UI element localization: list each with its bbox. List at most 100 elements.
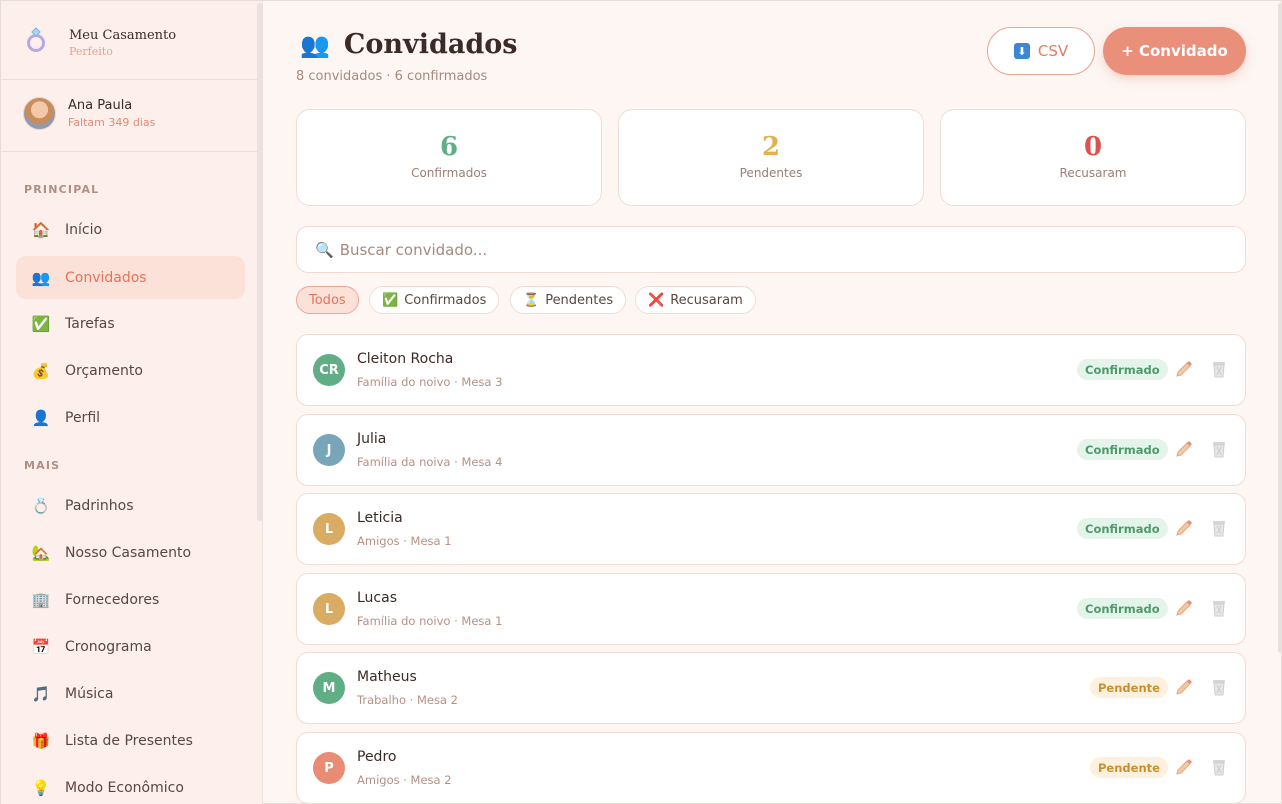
checkbox-icon: ✅ [31,314,51,333]
section-label-mais: MAIS [24,459,61,472]
sidebar-item-orcamento[interactable]: 💰 Orçamento [16,349,245,392]
ring-icon: 💍 [31,496,51,515]
trash-icon[interactable] [1209,757,1229,777]
guest-row[interactable]: M Matheus Trabalho · Mesa 2 Pendente [296,652,1246,724]
stat-label: Recusaram [1059,166,1127,180]
main-scrollbar[interactable] [1278,3,1282,653]
stat-card-confirmados: 6 Confirmados [296,109,602,206]
filter-confirmados[interactable]: ✅ Confirmados [369,286,500,314]
sidebar: Meu Casamento Perfeito Ana Paula Faltam … [1,1,263,804]
guest-meta: Família do noivo · Mesa 3 [357,375,503,389]
guest-avatar: L [313,513,345,545]
user-name: Ana Paula [68,98,133,113]
sidebar-item-label: Início [65,221,103,238]
guest-avatar: P [313,752,345,784]
sidebar-item-fornecedores[interactable]: 🏢 Fornecedores [16,578,245,621]
brand[interactable]: Meu Casamento Perfeito [25,23,176,63]
sidebar-item-label: Convidados [65,269,147,286]
trash-icon[interactable] [1209,518,1229,538]
countdown: Faltam 349 dias [68,116,156,129]
sidebar-item-modo-economico[interactable]: 💡 Modo Econômico [16,766,245,804]
light-bulb-icon: 💡 [31,778,51,797]
guest-name: Pedro [357,749,397,765]
cross-icon: ❌ [648,292,665,308]
filter-label: Recusaram [670,292,743,308]
pencil-icon[interactable] [1174,677,1194,697]
download-icon: ⬇ [1013,43,1030,59]
guest-row[interactable]: P Pedro Amigos · Mesa 2 Pendente [296,732,1246,804]
add-guest-button[interactable]: + Convidado [1103,27,1246,75]
trash-icon[interactable] [1209,598,1229,618]
music-note-icon: 🎵 [31,684,51,703]
pencil-icon[interactable] [1174,757,1194,777]
guest-name: Cleiton Rocha [357,351,454,367]
money-bag-icon: 💰 [31,361,51,380]
guest-row[interactable]: J Julia Família da noiva · Mesa 4 Confir… [296,414,1246,486]
filter-label: Todos [309,292,346,308]
person-icon: 👤 [31,408,51,427]
export-csv-button[interactable]: ⬇ CSV [987,27,1095,75]
search-input[interactable] [339,240,1190,259]
filter-label: Confirmados [404,292,487,308]
sidebar-item-label: Perfil [65,409,101,426]
guest-meta: Trabalho · Mesa 2 [357,693,458,707]
stat-value: 2 [761,132,781,162]
home-garden-icon: 🏡 [31,543,51,562]
sidebar-item-convidados[interactable]: 👥 Convidados [16,256,245,299]
filter-pendentes[interactable]: ⏳ Pendentes [510,286,627,314]
sidebar-item-label: Orçamento [65,362,143,379]
gift-icon: 🎁 [31,731,51,750]
sidebar-item-cronograma[interactable]: 📅 Cronograma [16,625,245,668]
guest-row[interactable]: CR Cleiton Rocha Família do noivo · Mesa… [296,334,1246,406]
sidebar-item-musica[interactable]: 🎵 Música [16,672,245,715]
checkbox-icon: ✅ [382,292,399,308]
sidebar-item-label: Cronograma [65,638,152,655]
trash-icon[interactable] [1209,359,1229,379]
trash-icon[interactable] [1209,439,1229,459]
guest-meta: Amigos · Mesa 2 [357,773,452,787]
sidebar-scrollbar[interactable] [257,3,263,521]
sidebar-item-inicio[interactable]: 🏠 Início [16,208,245,251]
trash-icon[interactable] [1209,677,1229,697]
pencil-icon[interactable] [1174,439,1194,459]
sidebar-item-perfil[interactable]: 👤 Perfil [16,396,245,439]
sidebar-item-padrinhos[interactable]: 💍 Padrinhos [16,484,245,527]
search-icon: 🔍 [315,240,334,259]
guest-meta: Família do noivo · Mesa 1 [357,614,503,628]
people-icon: 👥 [300,30,330,59]
search-box[interactable]: 🔍 [296,226,1246,273]
guest-avatar: L [313,593,345,625]
sidebar-item-label: Fornecedores [65,591,160,608]
filter-label: Pendentes [545,292,614,308]
pencil-icon[interactable] [1174,598,1194,618]
filter-todos[interactable]: Todos [296,286,359,314]
status-badge: Confirmado [1077,439,1168,460]
sidebar-item-label: Padrinhos [65,497,134,514]
status-badge: Confirmado [1077,598,1168,619]
section-label-principal: PRINCIPAL [24,183,100,196]
sidebar-item-nosso-casamento[interactable]: 🏡 Nosso Casamento [16,531,245,574]
guest-avatar: J [313,434,345,466]
sidebar-item-tarefas[interactable]: ✅ Tarefas [16,302,245,345]
pencil-icon[interactable] [1174,518,1194,538]
status-badge: Confirmado [1077,359,1168,380]
stat-value: 0 [1083,132,1103,162]
stat-label: Confirmados [411,166,487,180]
filter-recusaram[interactable]: ❌ Recusaram [635,286,756,314]
sidebar-item-label: Modo Econômico [65,779,184,796]
guest-name: Julia [357,431,387,447]
user-profile[interactable]: Ana Paula Faltam 349 dias [23,97,155,130]
sidebar-item-lista-de-presentes[interactable]: 🎁 Lista de Presentes [16,719,245,762]
divider [1,79,257,80]
guest-row[interactable]: L Lucas Família do noivo · Mesa 1 Confir… [296,573,1246,645]
status-badge: Pendente [1090,757,1168,778]
pencil-icon[interactable] [1174,359,1194,379]
divider [1,151,257,152]
sidebar-item-label: Nosso Casamento [65,544,192,561]
stat-card-recusaram: 0 Recusaram [940,109,1246,206]
sidebar-item-label: Lista de Presentes [65,732,193,749]
brand-subtitle: Perfeito [69,45,113,58]
ring-icon [25,27,55,59]
guest-row[interactable]: L Leticia Amigos · Mesa 1 Confirmado [296,493,1246,565]
guest-avatar: M [313,672,345,704]
